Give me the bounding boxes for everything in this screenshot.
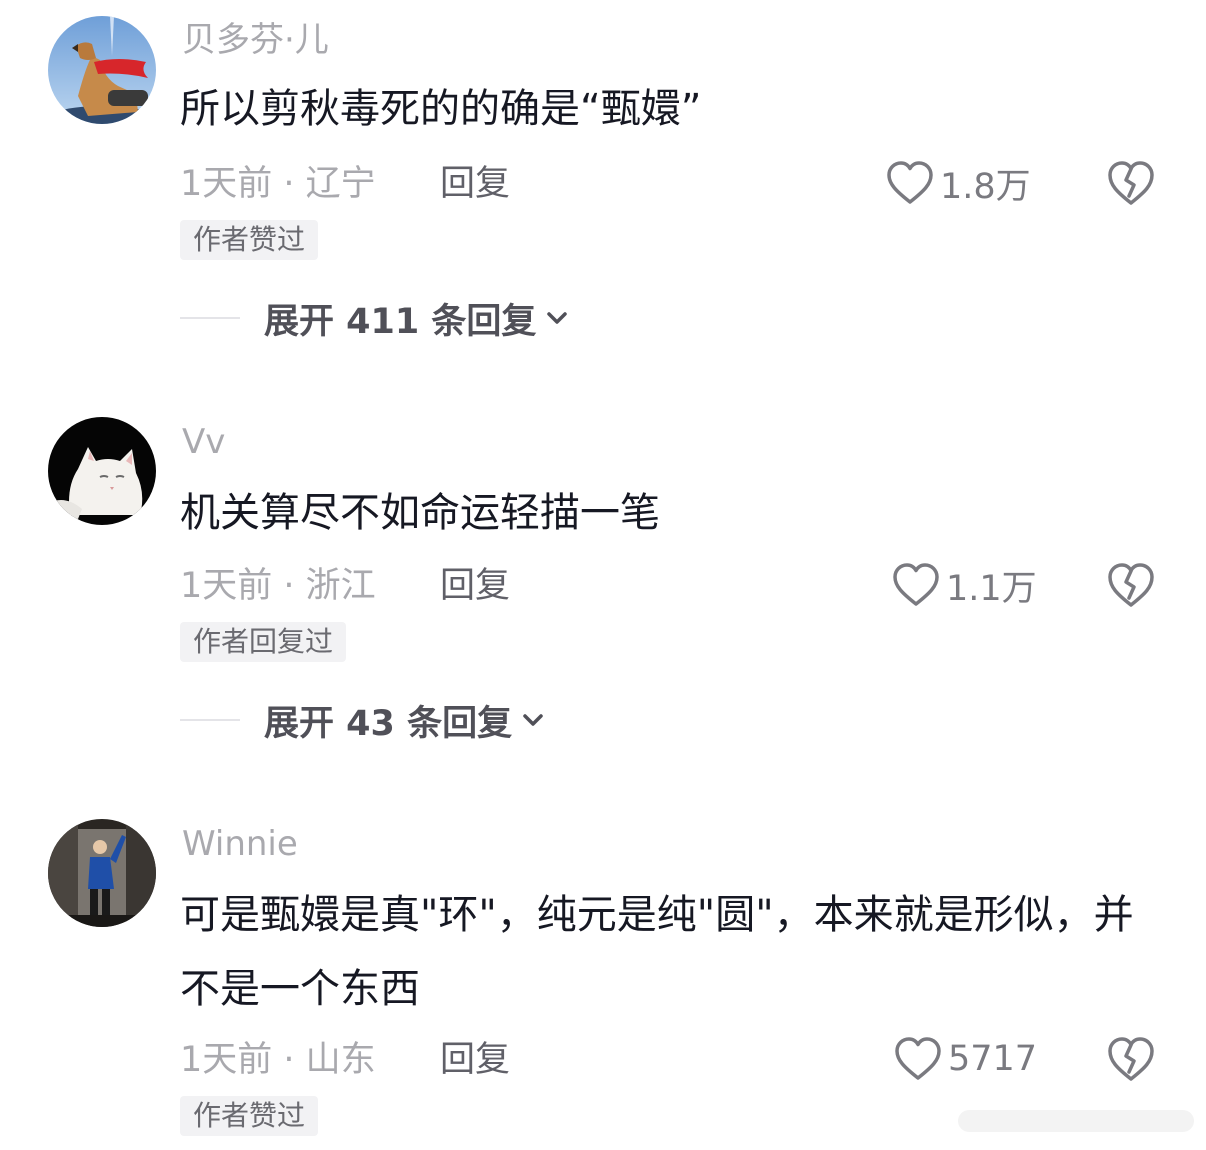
like-count: 5717 <box>948 1039 1038 1079</box>
comment-time-location: 1天前 · 山东 <box>180 1040 376 1080</box>
author-liked-badge: 作者赞过 <box>180 1096 319 1136</box>
heart-outline-icon <box>893 563 939 606</box>
divider <box>180 719 240 721</box>
avatar[interactable] <box>48 819 156 927</box>
watermark-icon <box>958 1110 1194 1132</box>
avatar[interactable] <box>48 417 156 525</box>
avatar[interactable] <box>48 16 156 124</box>
comment-text: 机关算尽不如命运轻描一笔 <box>180 490 660 536</box>
dog-avatar-icon <box>48 16 156 124</box>
divider <box>180 317 240 319</box>
author-replied-badge: 作者回复过 <box>180 622 347 662</box>
comment-time-location: 1天前 · 浙江 <box>180 566 376 606</box>
like-button[interactable]: 1.1万 <box>892 560 1037 610</box>
dislike-button[interactable] <box>1106 158 1156 208</box>
comment-text: 所以剪秋毒死的的确是“甄嬛” <box>180 86 702 132</box>
reply-button[interactable]: 回复 <box>440 1038 510 1082</box>
like-count: 1.8万 <box>940 166 1031 207</box>
username[interactable]: 贝多芬·儿 <box>182 18 329 62</box>
chevron-down-icon <box>547 312 568 324</box>
expand-replies-label: 展开 411 条回复 <box>264 301 537 342</box>
person-avatar-icon <box>48 819 156 927</box>
broken-heart-icon <box>1108 161 1154 205</box>
expand-replies-label: 展开 43 条回复 <box>264 703 513 744</box>
like-button[interactable]: 5717 <box>894 1034 1037 1084</box>
cat-avatar-icon <box>48 417 156 525</box>
dislike-button[interactable] <box>1106 1034 1156 1084</box>
comment-time-location: 1天前 · 辽宁 <box>180 164 376 204</box>
dislike-button[interactable] <box>1106 560 1156 610</box>
expand-replies-button[interactable]: 展开 43 条回复 <box>180 696 546 744</box>
expand-replies-button[interactable]: 展开 411 条回复 <box>180 294 570 342</box>
broken-heart-icon <box>1108 1037 1154 1081</box>
heart-outline-icon <box>895 1037 941 1080</box>
username[interactable]: Winnie <box>182 822 298 866</box>
reply-button[interactable]: 回复 <box>440 162 510 206</box>
comment-text: 可是甄嬛是真"环"，纯元是纯"圆"，本来就是形似，并不是一个东西 <box>180 892 1134 1012</box>
chevron-down-icon <box>523 714 543 726</box>
reply-button[interactable]: 回复 <box>440 564 510 608</box>
like-count: 1.1万 <box>946 568 1037 609</box>
username[interactable]: Vv <box>182 420 225 464</box>
author-liked-badge: 作者赞过 <box>180 220 319 260</box>
like-button[interactable]: 1.8万 <box>886 158 1031 208</box>
heart-outline-icon <box>887 161 933 204</box>
broken-heart-icon <box>1108 563 1154 607</box>
